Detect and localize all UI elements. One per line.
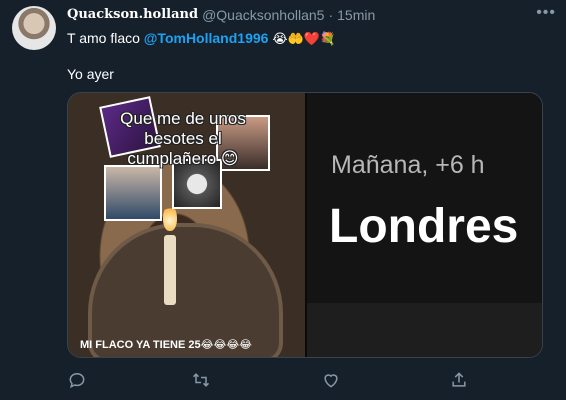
candle [164,235,176,305]
tweet-header: Quackson.holland @Quacksonhollan5 · 15mi… [67,7,375,23]
tweet[interactable]: Quackson.holland @Quacksonhollan5 · 15mi… [0,0,566,400]
media-image-left[interactable]: Que me de unos besotes el cumplañero 😊 M… [68,93,305,357]
reply-icon[interactable] [67,370,87,390]
mention-link[interactable]: @TomHolland1996 [144,30,269,46]
tweet-text: T amo flaco @TomHolland1996 😭🤲❤️💐 [67,30,336,47]
time-label: Mañana, +6 h [331,151,485,179]
heart-icon[interactable] [321,370,341,390]
sticker-photo [104,165,162,221]
avatar[interactable] [12,6,56,50]
tweet-actions [67,370,467,394]
city-label: Londres [329,200,519,253]
display-name[interactable]: Quackson.holland [67,7,198,23]
share-icon[interactable] [449,370,469,390]
tweet-media[interactable]: Que me de unos besotes el cumplañero 😊 M… [67,92,543,358]
tweet-text-prefix: T amo flaco [67,30,140,46]
user-handle[interactable]: @Quacksonhollan5 [202,7,324,23]
bottom-strip [307,303,542,357]
timestamp[interactable]: 15min [337,7,375,23]
meme-caption: MI FLACO YA TIENE 25😂😂😂😂 [80,339,253,351]
tweet-text-line2: Yo ayer [67,66,114,82]
tweet-emojis: 😭🤲❤️💐 [272,32,337,47]
separator-dot: · [328,7,334,23]
more-horizontal-icon[interactable]: ••• [536,4,556,22]
retweet-icon[interactable] [191,370,211,390]
meme-text: Que me de unos besotes el cumplañero 😊 [120,109,246,168]
media-image-right[interactable]: Mañana, +6 h Londres [307,93,542,357]
